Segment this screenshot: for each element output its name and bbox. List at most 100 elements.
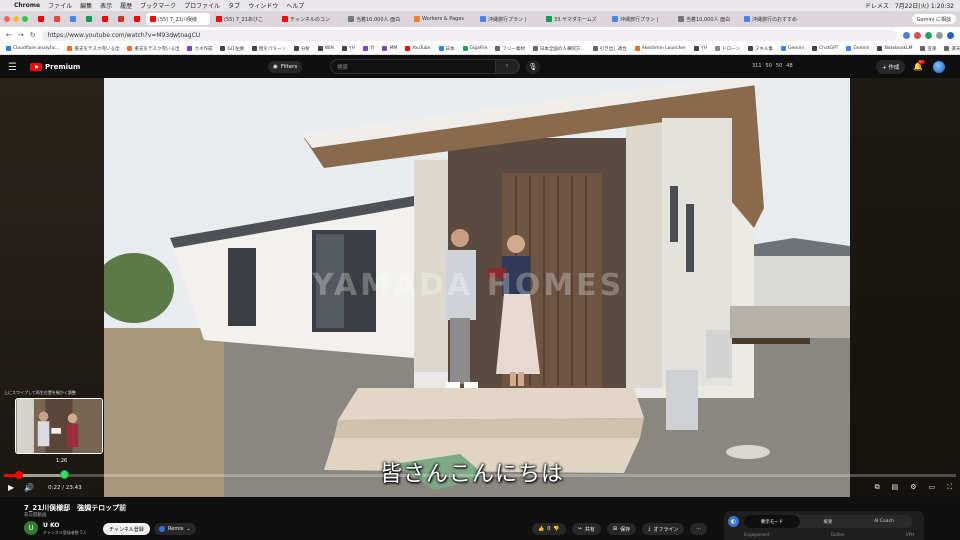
stat-3[interactable]: 50: [776, 63, 782, 69]
minimize-window-button[interactable]: [13, 16, 19, 22]
play-icon[interactable]: ▶: [8, 483, 14, 492]
create-button[interactable]: + 作成: [876, 60, 906, 74]
tab-pinned-7[interactable]: [130, 13, 144, 25]
bookmark-item[interactable]: 壁をパターン: [250, 46, 288, 52]
extension-icon[interactable]: [903, 31, 910, 39]
tab[interactable]: 当着10,000人 面白: [674, 13, 738, 25]
tab-pinned-1[interactable]: [34, 13, 48, 25]
extension-icon[interactable]: [936, 31, 943, 39]
bookmark-item[interactable]: 日本全国の人事院方...: [531, 46, 587, 52]
bookmark-item[interactable]: GigaFile: [461, 46, 490, 51]
share-button[interactable]: ↪ 共有: [571, 523, 601, 535]
tab[interactable]: 33.ヤマダホームズ: [542, 13, 606, 25]
menu-edit[interactable]: 編集: [80, 1, 92, 10]
bookmark-item[interactable]: YouTube: [403, 46, 432, 51]
url-bar[interactable]: https://www.youtube.com/watch?v=M93dwtna…: [41, 29, 897, 41]
bookmark-item[interactable]: Gemini: [844, 46, 871, 51]
forward-icon[interactable]: →: [18, 31, 24, 39]
tab[interactable]: 沖縄旅行のおすすめ: [740, 13, 804, 25]
tab-overview[interactable]: 概要: [800, 515, 856, 528]
more-actions-button[interactable]: ⋯: [690, 523, 708, 535]
bookmark-item[interactable]: WiN: [316, 46, 336, 51]
remix-button[interactable]: Remix ⌄: [154, 523, 196, 535]
bookmark-item[interactable]: MM: [380, 46, 399, 51]
bookmark-item[interactable]: ドローン: [713, 46, 742, 52]
youtube-logo[interactable]: Premium: [30, 63, 80, 71]
tab-display-mode[interactable]: 要示モード: [744, 515, 800, 528]
menu-file[interactable]: ファイル: [48, 1, 72, 10]
stat-2[interactable]: 50: [766, 63, 772, 69]
stat-views[interactable]: 311: [752, 63, 762, 69]
search-button[interactable]: ⌕: [495, 59, 519, 74]
bookmark-item[interactable]: GIT左側: [218, 46, 246, 52]
menu-window[interactable]: ウィンドウ: [248, 1, 278, 10]
bookmark-item[interactable]: 重支をテスク完いる出: [125, 46, 181, 52]
account-avatar[interactable]: [933, 61, 945, 73]
bookmark-item[interactable]: 引き出し適合: [591, 46, 629, 52]
captions-icon[interactable]: ▤: [892, 483, 899, 492]
bookmark-item[interactable]: 日本: [437, 46, 457, 52]
bookmark-item[interactable]: フリー素材: [493, 46, 527, 52]
tab-pinned-4[interactable]: [82, 13, 96, 25]
status-text[interactable]: ドレメス: [865, 1, 889, 10]
miniplayer-icon[interactable]: ▭: [928, 483, 935, 492]
tab[interactable]: (55) 7_21あびこ: [212, 13, 276, 25]
thumbs-down-icon[interactable]: 👎: [553, 526, 559, 532]
tab[interactable]: 沖縄旅行プラン |: [476, 13, 540, 25]
hamburger-menu-icon[interactable]: ☰: [8, 62, 20, 73]
channel-name[interactable]: U KO: [43, 522, 59, 529]
bookmark-item[interactable]: Akeshmin Launcher: [633, 46, 688, 51]
offline-button[interactable]: ⤓ オフライン: [642, 523, 685, 535]
bookmark-item[interactable]: スキル集: [746, 46, 775, 52]
menu-history[interactable]: 履歴: [120, 1, 132, 10]
maximize-window-button[interactable]: [22, 16, 28, 22]
menu-tab[interactable]: タブ: [228, 1, 240, 10]
subtitles-icon[interactable]: ⧉: [875, 483, 880, 492]
tab-pinned-2[interactable]: [50, 13, 64, 25]
tab-pinned-6[interactable]: [114, 13, 128, 25]
gemini-button[interactable]: Gemini に相談: [911, 14, 956, 24]
tab-ai-coach[interactable]: AI Coach: [856, 515, 912, 528]
search-input[interactable]: 検索 ⌕: [330, 59, 520, 74]
panel-icon[interactable]: ◐: [728, 516, 739, 527]
bookmark-item[interactable]: ChatGPT: [810, 46, 840, 51]
menu-view[interactable]: 表示: [100, 1, 112, 10]
tab[interactable]: 当着10,000人 面白: [344, 13, 408, 25]
tab[interactable]: チャンネルのコン: [278, 13, 342, 25]
fullscreen-icon[interactable]: ⛶: [947, 483, 952, 492]
subscribe-button[interactable]: チャンネル登録: [103, 523, 150, 535]
progress-bar[interactable]: [4, 471, 956, 479]
close-window-button[interactable]: [4, 16, 10, 22]
back-icon[interactable]: ←: [6, 31, 12, 39]
tab[interactable]: Workers & Pages: [410, 13, 474, 25]
bookmark-item[interactable]: 分析: [292, 46, 312, 52]
like-button[interactable]: 👍 0 👎: [532, 523, 566, 535]
tab-pinned-3[interactable]: [66, 13, 80, 25]
bookmark-item[interactable]: YH: [340, 46, 357, 51]
bookmark-item[interactable]: Cloudflare analytic...: [4, 46, 61, 51]
tab-pinned-5[interactable]: [98, 13, 112, 25]
extension-icon[interactable]: [925, 31, 932, 39]
bookmark-item[interactable]: 宣楽: [918, 46, 938, 52]
menu-profile[interactable]: プロファイル: [184, 1, 220, 10]
menu-help[interactable]: ヘルプ: [286, 1, 304, 10]
bookmark-item[interactable]: Yt: [361, 46, 377, 51]
bookmark-item[interactable]: 楽天市: [942, 46, 960, 52]
bookmark-item[interactable]: YH: [692, 46, 709, 51]
video-player[interactable]: YAMADA HOMES 皆さんこんにちは 上にスワイプして再生位置を細かく調整…: [0, 78, 960, 497]
stat-4[interactable]: 48: [786, 63, 792, 69]
profile-icon[interactable]: [947, 31, 954, 39]
settings-gear-icon[interactable]: ⚙: [910, 483, 916, 492]
bookmark-item[interactable]: NotebookLM: [875, 46, 914, 51]
app-name[interactable]: Chrome: [14, 2, 40, 9]
filters-button[interactable]: ◉ Filters: [268, 61, 303, 73]
tab-active[interactable]: (55) 7_21川俣様: [146, 13, 210, 25]
bookmark-item[interactable]: Gemini: [779, 46, 806, 51]
volume-icon[interactable]: 🔊: [24, 483, 34, 492]
tab[interactable]: 沖縄旅行プラン |: [608, 13, 672, 25]
notifications-bell-icon[interactable]: 🔔 9+: [913, 60, 926, 71]
voice-search-icon[interactable]: 🎙: [526, 60, 540, 74]
clock[interactable]: 7月22日(火) 1:20:32: [895, 1, 954, 10]
bookmark-item[interactable]: 重支をテスク完いる出: [65, 46, 121, 52]
extension-icon[interactable]: [914, 31, 921, 39]
